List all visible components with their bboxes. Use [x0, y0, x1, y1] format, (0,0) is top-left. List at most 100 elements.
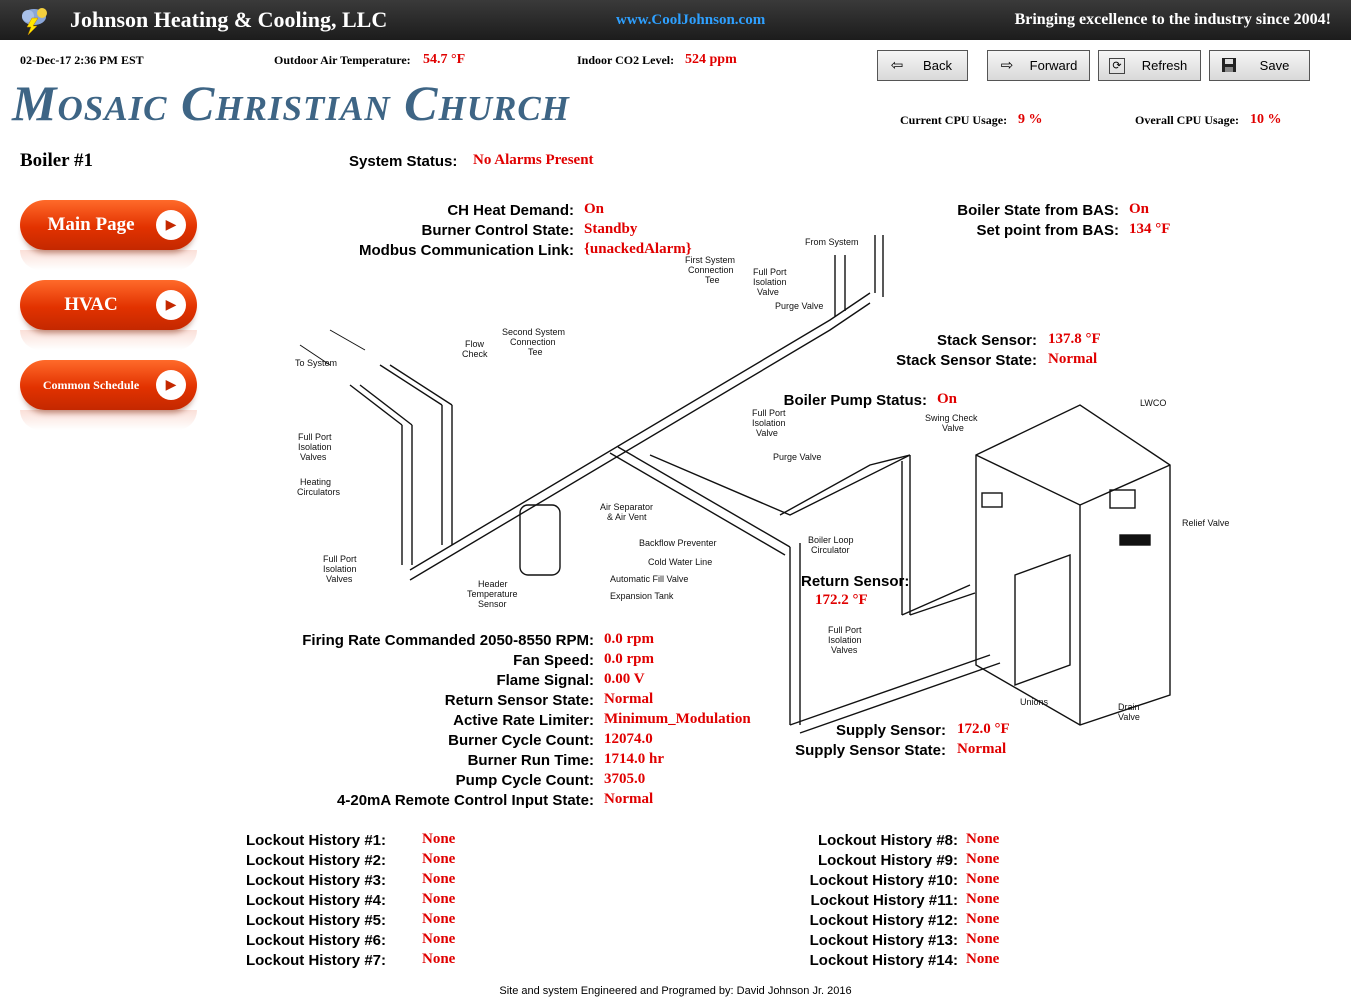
lockout-row-label: Lockout History #3:: [245, 872, 386, 889]
diagram-label: Purge Valve: [773, 452, 821, 462]
refresh-button[interactable]: ⟳ Refresh: [1098, 50, 1201, 81]
diagram-label: Purge Valve: [775, 301, 823, 311]
chevron-right-icon: ▶: [156, 290, 186, 320]
diagram-label: Connection: [688, 265, 734, 275]
common-schedule-button[interactable]: Common Schedule ▶: [20, 360, 197, 410]
lockout-row-label: Lockout History #5:: [245, 912, 386, 929]
diagram-label: Check: [462, 349, 488, 359]
outdoor-temp-label: Outdoor Air Temperature:: [274, 53, 411, 67]
diagram-label: Automatic Fill Valve: [610, 574, 688, 584]
diagram-label: Circulators: [297, 487, 341, 497]
diagram-label: Backflow Preventer: [639, 538, 717, 548]
lockout-row-value: None: [422, 871, 456, 887]
diagram-label: Flow: [465, 339, 485, 349]
diagram-label: Circulator: [811, 545, 850, 555]
diagram-label: Full Port: [753, 267, 787, 277]
forward-label: Forward: [1029, 58, 1078, 73]
lockout-row-label: Lockout History #12:: [809, 912, 958, 929]
lockout-row-label: Lockout History #10:: [809, 872, 958, 889]
diagram-label: Tee: [528, 347, 543, 357]
detail-row-value: 0.0 rpm: [604, 631, 654, 647]
cpu-overall-label: Overall CPU Usage:: [1135, 113, 1239, 127]
diagram-label: Boiler Loop: [808, 535, 854, 545]
lockout-row-value: None: [422, 831, 456, 847]
detail-row-label: Active Rate Limiter:: [453, 712, 594, 729]
lockout-row-label: Lockout History #11:: [810, 892, 958, 909]
chevron-right-icon: ▶: [156, 210, 186, 240]
website-link[interactable]: www.CoolJohnson.com: [616, 12, 765, 29]
diagram-label: Valve: [756, 428, 778, 438]
diagram-label: Isolation: [752, 418, 786, 428]
common-schedule-label: Common Schedule: [42, 378, 140, 392]
company-name: Johnson Heating & Cooling, LLC: [70, 7, 388, 32]
diagram-label: Valves: [326, 574, 353, 584]
save-button[interactable]: Save: [1209, 50, 1310, 81]
diagram-label: Isolation: [298, 442, 332, 452]
chevron-right-icon: ▶: [156, 370, 186, 400]
page-title: Mosaic Christian Church: [12, 75, 570, 131]
lockout-row-label: Lockout History #8:: [817, 832, 958, 849]
back-arrow-icon: ⇦: [890, 57, 904, 74]
diagram-label: First System: [685, 255, 735, 265]
nav-reflection: [20, 330, 197, 350]
co2-value: 524 ppm: [685, 52, 737, 67]
detail-row-label: Burner Cycle Count:: [448, 732, 594, 749]
detail-row-value: Normal: [604, 791, 654, 807]
forward-arrow-icon: ⇨: [1000, 57, 1014, 74]
back-button[interactable]: ⇦ Back: [877, 50, 968, 81]
lockout-row-value: None: [966, 911, 1000, 927]
return-sensor-value: 172.2 °F: [815, 592, 868, 608]
save-label: Save: [1259, 58, 1290, 73]
lockout-row-label: Lockout History #6:: [245, 932, 386, 949]
detail-row-label: Pump Cycle Count:: [455, 772, 594, 789]
lockout-row-value: None: [422, 851, 456, 867]
cpu-current-label: Current CPU Usage:: [900, 113, 1008, 127]
nav-reflection: [20, 410, 197, 430]
outdoor-temp-value: 54.7 °F: [423, 52, 466, 67]
diagram-label: Swing Check: [925, 413, 978, 423]
nav-reflection: [20, 250, 197, 270]
lockout-row-value: None: [966, 931, 1000, 947]
stack-state-value: Normal: [1048, 351, 1098, 367]
bas-state-label: Boiler State from BAS:: [957, 202, 1119, 219]
back-label: Back: [923, 58, 952, 73]
page-heading: Boiler #1: [20, 150, 94, 171]
diagram-label: Isolation: [323, 564, 357, 574]
boiler-piping-diagram: To System Flow Check Second System Conne…: [295, 235, 1229, 734]
supply-state-label: Supply Sensor State:: [795, 742, 946, 759]
forward-button[interactable]: ⇨ Forward: [987, 50, 1090, 81]
refresh-icon: ⟳: [1109, 58, 1125, 74]
main-page-button[interactable]: Main Page ▶: [20, 200, 197, 250]
lockout-row-label: Lockout History #9:: [817, 852, 958, 869]
lockout-row-label: Lockout History #2:: [245, 852, 386, 869]
system-status-label: System Status:: [349, 153, 458, 170]
detail-row-label: Firing Rate Commanded 2050-8550 RPM:: [302, 632, 594, 649]
hvac-button[interactable]: HVAC ▶: [20, 280, 197, 330]
diagram-label: Full Port: [298, 432, 332, 442]
pump-status-value: On: [937, 391, 958, 407]
detail-row-label: Return Sensor State:: [444, 692, 594, 709]
detail-row-value: 0.0 rpm: [604, 651, 654, 667]
diagram-label: Sensor: [478, 599, 507, 609]
supply-sensor-value: 172.0 °F: [957, 721, 1010, 737]
detail-row-value: 0.00 V: [604, 671, 645, 687]
return-sensor-label: Return Sensor:: [801, 573, 910, 590]
footer-credit: Site and system Engineered and Programed…: [499, 985, 852, 997]
diagram-label: Relief Valve: [1182, 518, 1229, 528]
diagram-label: Unions: [1020, 697, 1049, 707]
stack-sensor-label: Stack Sensor:: [936, 332, 1037, 349]
ch-demand-label: CH Heat Demand:: [447, 202, 574, 219]
lockout-row-value: None: [966, 831, 1000, 847]
diagram-label: Second System: [502, 327, 565, 337]
lockout-row-value: None: [422, 891, 456, 907]
lockout-row-label: Lockout History #4:: [245, 892, 386, 909]
stack-sensor-value: 137.8 °F: [1048, 331, 1101, 347]
tagline: Bringing excellence to the industry sinc…: [1014, 11, 1331, 28]
diagram-label: Temperature: [467, 589, 518, 599]
supply-state-value: Normal: [957, 741, 1007, 757]
bas-state-value: On: [1129, 201, 1150, 217]
detail-row-label: 4-20mA Remote Control Input State:: [337, 792, 594, 809]
lockout-row-value: None: [422, 911, 456, 927]
cpu-overall-value: 10 %: [1250, 112, 1282, 127]
diagram-label: LWCO: [1140, 398, 1166, 408]
